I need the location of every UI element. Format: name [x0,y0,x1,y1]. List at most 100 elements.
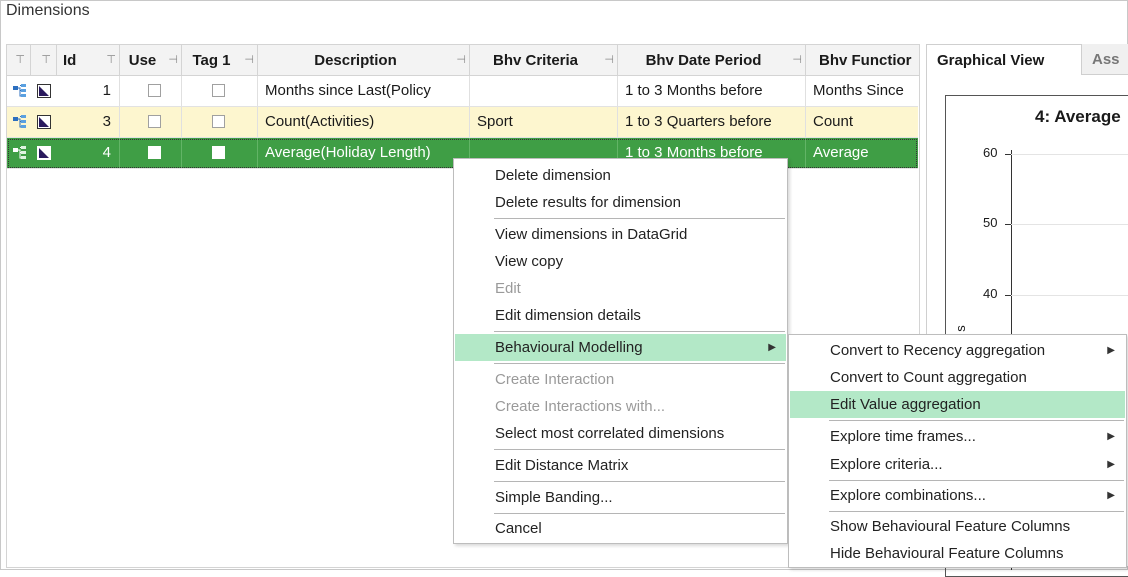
menu-item-cancel[interactable]: Cancel [455,515,786,542]
cell-bhv-function: Count [813,113,854,130]
menu-item-behavioural-modelling[interactable]: Behavioural Modelling ▶ [455,334,786,361]
column-header-label: Id [63,52,77,69]
cell-bhv-criteria: Sport [470,107,618,137]
submenu-arrow-icon: ▶ [1107,459,1115,470]
cell-use [120,107,182,137]
cell-id: 3 [57,107,120,137]
menu-item-delete-dimension[interactable]: Delete dimension [455,162,786,189]
column-header-tag1[interactable]: Tag 1 ⊣ [182,45,258,76]
gridline [1011,295,1128,296]
submenu-item-hide-feature-columns[interactable]: Hide Behavioural Feature Columns [790,540,1125,567]
pin-icon[interactable]: ⊤ [15,53,25,66]
table-row[interactable]: 1 Months since Last(Policy 1 to 3 Months… [7,76,918,107]
submenu-item-convert-count[interactable]: Convert to Count aggregation [790,364,1125,391]
menu-item-view-datagrid[interactable]: View dimensions in DataGrid [455,221,786,248]
behavioural-modelling-submenu: Convert to Recency aggregation ▶ Convert… [788,334,1127,568]
menu-item-label: Behavioural Modelling [495,339,643,356]
menu-item-create-interactions-with: Create Interactions with... [495,398,666,415]
use-checkbox[interactable] [148,115,161,128]
menu-item-view-copy[interactable]: View copy [455,248,786,275]
pin-icon[interactable]: ⊤ [41,53,51,66]
hierarchy-icon [13,146,26,159]
pin-icon[interactable]: ⊤ [106,53,116,66]
context-menu: Delete dimension Delete results for dime… [453,158,788,544]
cell-bhv-function: Months Since [813,82,904,99]
dimension-triangle-icon [37,84,51,98]
cell-use [120,76,182,106]
hierarchy-icon [13,84,26,97]
window-title: Dimensions [6,2,90,19]
menu-item-delete-results[interactable]: Delete results for dimension [455,189,786,216]
chart-title: 4: Average [1035,107,1121,126]
menu-item-edit-distance-matrix[interactable]: Edit Distance Matrix [455,452,786,479]
menu-item-simple-banding[interactable]: Simple Banding... [455,484,786,511]
cell-tag1 [182,76,258,106]
tab-graphical-view[interactable]: Graphical View [926,44,1082,75]
column-header-label: Bhv Functior [819,52,912,69]
column-header-pin1[interactable]: ⊤ [7,45,31,76]
submenu-arrow-icon: ▶ [768,342,776,353]
submenu-arrow-icon: ▶ [1107,345,1115,356]
use-checkbox[interactable] [148,146,161,159]
gridline [1011,224,1128,225]
hierarchy-icon [13,115,26,128]
menu-separator [829,480,1124,481]
pin-icon[interactable]: ⊣ [244,53,254,66]
y-tick-label: 40 [983,286,998,301]
column-header-bhv-criteria[interactable]: Bhv Criteria ⊣ [470,45,618,76]
menu-item-label: Explore criteria... [830,456,943,473]
column-header-bhv-date-period[interactable]: Bhv Date Period ⊣ [618,45,806,76]
column-header-id[interactable]: Id ⊤ [57,45,120,76]
column-header-use[interactable]: Use ⊣ [120,45,182,76]
menu-separator [494,218,785,219]
table-row[interactable]: 3 Count(Activities) Sport 1 to 3 Quarter… [7,107,918,138]
menu-item-edit: Edit [495,280,521,297]
pin-icon[interactable]: ⊣ [604,53,614,66]
menu-item-create-interaction: Create Interaction [495,371,615,388]
cell-description: Average(Holiday Length) [258,138,470,168]
submenu-item-explore-criteria[interactable]: Explore criteria... ▶ [790,451,1125,478]
column-header-label: Bhv Date Period [645,52,762,69]
dimension-triangle-icon [37,115,51,129]
submenu-arrow-icon: ▶ [1107,431,1115,442]
y-axis-label: s [952,325,968,332]
column-header-label: Use [128,52,157,69]
cell-description: Count(Activities) [258,107,470,137]
y-tick-label: 60 [983,145,998,160]
submenu-item-edit-value-aggregation[interactable]: Edit Value aggregation [790,391,1125,418]
cell-bhv-function: Average [813,144,869,161]
column-header-bhv-function[interactable]: Bhv Functior [806,45,919,76]
column-header-description[interactable]: Description ⊣ [258,45,470,76]
menu-separator [829,420,1124,421]
tag1-checkbox[interactable] [212,146,225,159]
tab-ass[interactable]: Ass [1082,44,1128,75]
pin-icon[interactable]: ⊣ [168,53,178,66]
column-header-pin2[interactable]: ⊤ [31,45,57,76]
pin-icon[interactable]: ⊣ [456,53,466,66]
column-header-label: Description [314,52,397,69]
submenu-item-convert-recency[interactable]: Convert to Recency aggregation ▶ [790,337,1125,364]
column-header-label: Tag 1 [192,52,231,69]
menu-separator [494,331,785,332]
menu-item-edit-details[interactable]: Edit dimension details [455,302,786,329]
cell-use [120,138,182,168]
tag1-checkbox[interactable] [212,84,225,97]
cell-id: 1 [57,76,120,106]
pin-icon[interactable]: ⊣ [792,53,802,66]
submenu-item-explore-time-frames[interactable]: Explore time frames... ▶ [790,423,1125,450]
tag1-checkbox[interactable] [212,115,225,128]
dimension-triangle-icon [37,146,51,160]
cell-id: 4 [57,138,120,168]
cell-description: Months since Last(Policy [258,76,470,106]
menu-item-label: Explore combinations... [830,487,986,504]
menu-item-select-correlated[interactable]: Select most correlated dimensions [455,420,786,447]
cell-bhv-date-period: 1 to 3 Quarters before [618,107,806,137]
submenu-item-explore-combinations[interactable]: Explore combinations... ▶ [790,482,1125,509]
menu-item-label: Convert to Recency aggregation [830,342,1046,359]
cell-tag1 [182,107,258,137]
submenu-item-show-feature-columns[interactable]: Show Behavioural Feature Columns [790,513,1125,540]
use-checkbox[interactable] [148,84,161,97]
y-tick-label: 50 [983,215,998,230]
gridline [1011,154,1128,155]
menu-separator [829,511,1124,512]
